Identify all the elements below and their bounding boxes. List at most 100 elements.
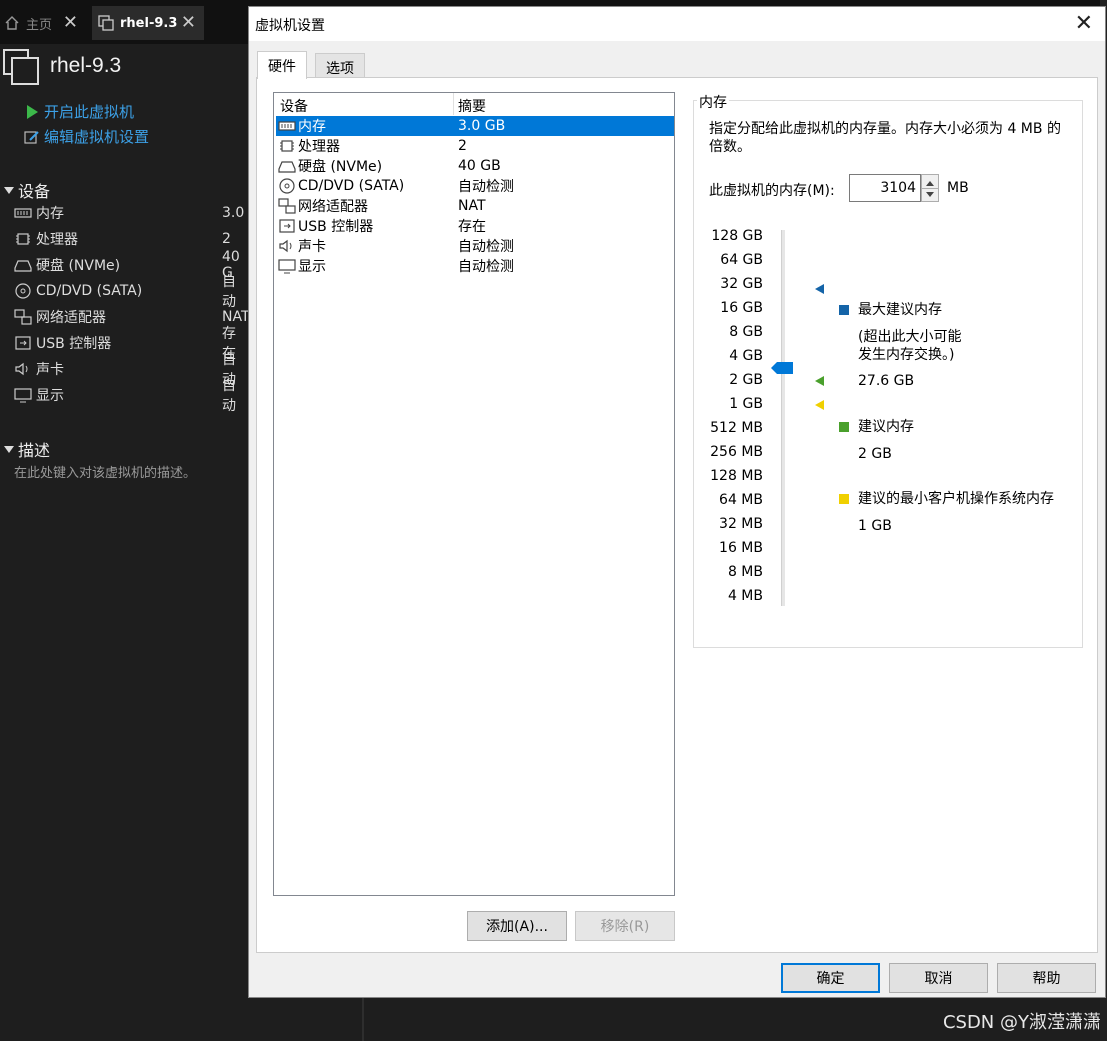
tab-home[interactable]: 主页 ✕ <box>2 6 86 40</box>
column-summary[interactable]: 摘要 <box>458 96 486 116</box>
column-device[interactable]: 设备 <box>280 96 308 116</box>
edit-settings-label: 编辑虚拟机设置 <box>44 128 150 146</box>
spin-up-icon[interactable] <box>926 181 934 186</box>
minimum-marker <box>815 400 824 410</box>
device-summary: 自动检测 <box>458 239 514 255</box>
close-icon[interactable]: ✕ <box>63 12 78 33</box>
max-legend-swatch <box>839 305 849 315</box>
scale-label: 4 MB <box>727 588 763 604</box>
processor-icon <box>280 140 294 152</box>
tab-rhel[interactable]: rhel-9.3 ✕ <box>92 6 204 40</box>
description-placeholder[interactable]: 在此处键入对该虚拟机的描述。 <box>14 462 196 481</box>
bg-device-name: 硬盘 (NVMe) <box>36 258 121 274</box>
scale-label: 256 MB <box>710 444 763 460</box>
memory-icon <box>14 208 32 218</box>
scale-label: 32 GB <box>720 276 763 292</box>
edit-settings-icon <box>24 130 39 144</box>
ok-button[interactable]: 确定 <box>781 963 880 993</box>
scale-label: 1 GB <box>729 396 763 412</box>
close-icon[interactable]: ✕ <box>1075 11 1093 36</box>
vm-icon <box>98 15 114 31</box>
usb-icon <box>15 336 31 350</box>
hard-disk-icon <box>278 161 296 173</box>
device-row-network[interactable]: 网络适配器 NAT <box>276 196 674 216</box>
dialog-titlebar[interactable]: 虚拟机设置 ✕ <box>249 7 1105 41</box>
scale-label: 2 GB <box>729 372 763 388</box>
tab-hardware-label: 硬件 <box>268 59 296 75</box>
vm-title: rhel-9.3 <box>50 54 122 77</box>
tab-options[interactable]: 选项 <box>315 53 365 77</box>
spinner-divider <box>922 188 938 189</box>
scale-label: 8 MB <box>727 564 763 580</box>
devices-section-header[interactable]: 设备 <box>4 178 50 202</box>
remove-device-button[interactable]: 移除(R) <box>575 911 675 941</box>
power-on-label: 开启此虚拟机 <box>44 103 135 121</box>
max-legend-value: 27.6 GB <box>858 373 915 389</box>
vm-settings-dialog: 虚拟机设置 ✕ 硬件 选项 设备 摘要 内存 3.0 GB 处理器 2 硬盘 (… <box>248 6 1106 998</box>
device-row-sound[interactable]: 声卡 自动检测 <box>276 236 674 256</box>
hard-disk-icon <box>14 260 32 272</box>
bg-device-name: 声卡 <box>36 362 64 378</box>
device-summary: 自动检测 <box>458 179 514 195</box>
device-list[interactable]: 设备 摘要 内存 3.0 GB 处理器 2 硬盘 (NVMe) 40 GB CD… <box>273 92 675 896</box>
column-separator[interactable] <box>453 93 454 115</box>
device-row-disk[interactable]: 硬盘 (NVMe) 40 GB <box>276 156 674 176</box>
add-device-button[interactable]: 添加(A)... <box>467 911 567 941</box>
bg-device-name: 网络适配器 <box>36 310 106 326</box>
device-row-memory[interactable]: 内存 3.0 GB <box>276 116 674 136</box>
device-row-usb[interactable]: USB 控制器 存在 <box>276 216 674 236</box>
collapse-icon <box>4 445 14 453</box>
hardware-tab-page: 设备 摘要 内存 3.0 GB 处理器 2 硬盘 (NVMe) 40 GB CD… <box>256 77 1098 953</box>
device-row-display[interactable]: 显示 自动检测 <box>276 256 674 276</box>
device-list-header: 设备 摘要 <box>274 93 674 115</box>
sound-card-icon <box>279 239 292 253</box>
device-row-cd[interactable]: CD/DVD (SATA) 自动检测 <box>276 176 674 196</box>
edit-settings-link[interactable]: 编辑虚拟机设置 <box>24 126 149 147</box>
recommended-marker <box>815 376 824 386</box>
max-legend-note: (超出此大小可能 <box>858 329 962 345</box>
device-summary: NAT <box>458 198 486 214</box>
device-row-processor[interactable]: 处理器 2 <box>276 136 674 156</box>
minimum-legend-title: 建议的最小客户机操作系统内存 <box>858 491 1054 507</box>
scale-label: 8 GB <box>729 324 763 340</box>
cd-dvd-icon <box>15 283 31 299</box>
device-name: 内存 <box>298 119 326 135</box>
recommended-legend-value: 2 GB <box>858 446 892 462</box>
description-section-label: 描述 <box>18 441 51 460</box>
bg-device-network[interactable]: 网络适配器 NAT <box>14 304 250 330</box>
bg-device-disk[interactable]: 硬盘 (NVMe) 40 G <box>14 249 248 281</box>
power-on-link[interactable]: 开启此虚拟机 <box>24 101 134 122</box>
memory-input[interactable] <box>849 174 921 202</box>
bg-device-memory[interactable]: 内存 3.0 <box>14 200 248 226</box>
minimum-legend-swatch <box>839 494 849 504</box>
recommended-legend-title: 建议内存 <box>858 419 914 435</box>
bg-device-name: 内存 <box>36 206 64 222</box>
network-adapter-icon <box>14 309 32 325</box>
device-name: 显示 <box>298 259 326 275</box>
tab-hardware[interactable]: 硬件 <box>257 51 307 79</box>
device-name: 处理器 <box>298 139 340 155</box>
scale-label: 32 MB <box>719 516 763 532</box>
close-icon[interactable]: ✕ <box>181 12 196 33</box>
help-button[interactable]: 帮助 <box>997 963 1096 993</box>
bg-device-sound[interactable]: 声卡 自动 <box>14 352 248 388</box>
cd-dvd-icon <box>279 178 295 194</box>
max-legend-title: 最大建议内存 <box>858 302 942 318</box>
device-summary: 存在 <box>458 219 486 235</box>
memory-spinner[interactable] <box>921 174 939 202</box>
memory-slider-track[interactable] <box>781 230 785 606</box>
description-section-header[interactable]: 描述 <box>4 437 50 461</box>
display-icon <box>278 259 296 274</box>
bg-device-usb[interactable]: USB 控制器 存在 <box>14 326 248 362</box>
display-icon <box>14 388 32 403</box>
memory-unit: MB <box>947 180 969 196</box>
bg-device-display[interactable]: 显示 自动 <box>14 378 248 414</box>
device-summary: 3.0 GB <box>458 118 506 134</box>
bg-device-processor[interactable]: 处理器 2 <box>14 226 248 252</box>
tab-home-label: 主页 <box>26 17 53 33</box>
cancel-button[interactable]: 取消 <box>889 963 988 993</box>
memory-slider-thumb[interactable] <box>771 362 793 374</box>
devices-section-label: 设备 <box>18 182 51 201</box>
spin-down-icon[interactable] <box>926 192 934 197</box>
bg-device-cd[interactable]: CD/DVD (SATA) 自动 <box>14 274 248 310</box>
